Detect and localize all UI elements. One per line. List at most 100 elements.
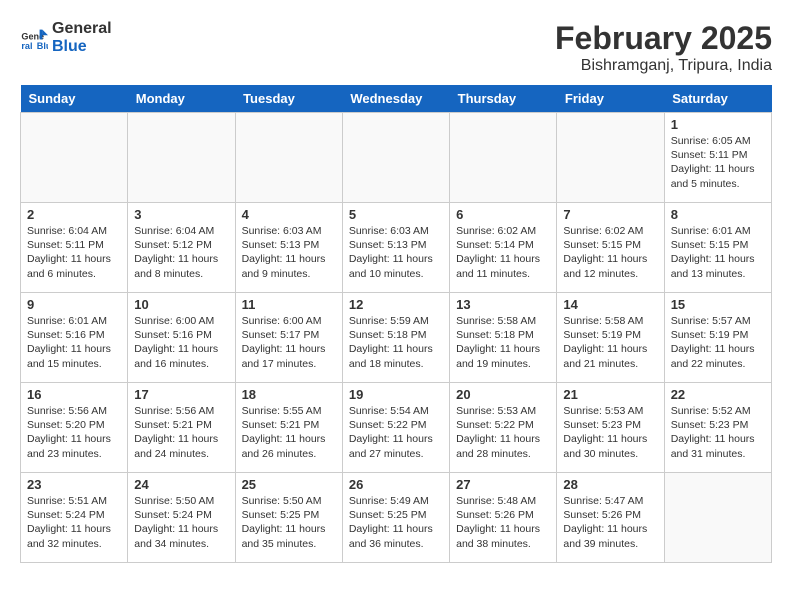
day-info: Sunset: 5:13 PM [242,238,336,252]
svg-text:ral: ral [21,41,32,51]
day-info: Sunrise: 6:02 AM [456,224,550,238]
calendar-cell: 19Sunrise: 5:54 AMSunset: 5:22 PMDayligh… [342,383,449,473]
calendar-cell: 11 Sunrise: 6:00 AMSunset: 5:17 PMDayligh… [235,293,342,383]
day-header-saturday: Saturday [664,85,771,113]
day-info: Sunrise: 5:54 AM [349,404,443,418]
day-info: Daylight: 11 hours and 35 minutes. [242,522,336,550]
day-info: Sunrise: 5:55 AM [242,404,336,418]
calendar-week-2: 2Sunrise: 6:04 AMSunset: 5:11 PMDaylight… [21,203,772,293]
day-number: 4 [242,207,336,222]
day-number: 11 [242,297,336,312]
calendar-cell [21,113,128,203]
day-number: 8 [671,207,765,222]
day-header-sunday: Sunday [21,85,128,113]
day-info: Sunrise: 5:52 AM [671,404,765,418]
calendar-cell: 28Sunrise: 5:47 AMSunset: 5:26 PMDayligh… [557,473,664,563]
calendar-cell: 21Sunrise: 5:53 AMSunset: 5:23 PMDayligh… [557,383,664,473]
calendar-cell: 27Sunrise: 5:48 AMSunset: 5:26 PMDayligh… [450,473,557,563]
day-info: Sunrise: 6:03 AM [242,224,336,238]
day-info: Sunset: 5:18 PM [349,328,443,342]
day-info: Sunset: 5:22 PM [349,418,443,432]
day-info: Sunset: 5:24 PM [134,508,228,522]
day-info: Sunset: 5:16 PM [134,328,228,342]
day-info: Daylight: 11 hours and 10 minutes. [349,252,443,280]
day-number: 20 [456,387,550,402]
day-number: 23 [27,477,121,492]
calendar-cell: 13Sunrise: 5:58 AMSunset: 5:18 PMDayligh… [450,293,557,383]
day-header-thursday: Thursday [450,85,557,113]
day-number: 21 [563,387,657,402]
day-info: Sunset: 5:24 PM [27,508,121,522]
day-info: Sunrise: 5:58 AM [456,314,550,328]
page-header: Gene ral Blue General Blue February 2025… [20,20,772,75]
svg-text:Blue: Blue [37,41,48,51]
day-number: 3 [134,207,228,222]
day-info: Sunrise: 6:02 AM [563,224,657,238]
day-info: Sunset: 5:12 PM [134,238,228,252]
day-info: Sunrise: 5:57 AM [671,314,765,328]
day-info: Daylight: 11 hours and 12 minutes. [563,252,657,280]
day-info: Sunset: 5:20 PM [27,418,121,432]
day-info: Sunset: 5:13 PM [349,238,443,252]
day-info: Sunset: 5:17 PM [242,328,336,342]
day-number: 24 [134,477,228,492]
day-info: Sunset: 5:11 PM [671,148,765,162]
day-info: Sunset: 5:19 PM [563,328,657,342]
day-info: Daylight: 11 hours and 17 minutes. [242,342,336,370]
day-info: Sunrise: 5:51 AM [27,494,121,508]
calendar-cell: 10Sunrise: 6:00 AMSunset: 5:16 PMDayligh… [128,293,235,383]
calendar-cell: 14Sunrise: 5:58 AMSunset: 5:19 PMDayligh… [557,293,664,383]
day-info: Daylight: 11 hours and 28 minutes. [456,432,550,460]
day-info: Sunrise: 6:04 AM [27,224,121,238]
day-number: 6 [456,207,550,222]
day-info: Sunset: 5:14 PM [456,238,550,252]
day-info: Sunrise: 6:05 AM [671,134,765,148]
day-info: Sunset: 5:18 PM [456,328,550,342]
day-info: Sunrise: 5:56 AM [27,404,121,418]
day-info: Sunrise: 5:56 AM [134,404,228,418]
calendar-cell: 26Sunrise: 5:49 AMSunset: 5:25 PMDayligh… [342,473,449,563]
day-info: Daylight: 11 hours and 5 minutes. [671,162,765,190]
logo-icon: Gene ral Blue [20,24,48,52]
day-info: Sunset: 5:25 PM [242,508,336,522]
day-info: Daylight: 11 hours and 31 minutes. [671,432,765,460]
day-info: Sunrise: 6:00 AM [242,314,336,328]
day-number: 27 [456,477,550,492]
calendar-header-row: SundayMondayTuesdayWednesdayThursdayFrid… [21,85,772,113]
day-info: Sunset: 5:15 PM [563,238,657,252]
day-info: Sunset: 5:25 PM [349,508,443,522]
title-area: February 2025 Bishramganj, Tripura, Indi… [555,20,772,75]
calendar-cell: 15Sunrise: 5:57 AMSunset: 5:19 PMDayligh… [664,293,771,383]
day-number: 5 [349,207,443,222]
day-info: Sunset: 5:15 PM [671,238,765,252]
calendar-cell: 2Sunrise: 6:04 AMSunset: 5:11 PMDaylight… [21,203,128,293]
calendar-cell: 5Sunrise: 6:03 AMSunset: 5:13 PMDaylight… [342,203,449,293]
calendar-cell [128,113,235,203]
day-info: Daylight: 11 hours and 36 minutes. [349,522,443,550]
calendar-cell: 4Sunrise: 6:03 AMSunset: 5:13 PMDaylight… [235,203,342,293]
calendar-cell [235,113,342,203]
day-info: Daylight: 11 hours and 18 minutes. [349,342,443,370]
day-number: 7 [563,207,657,222]
calendar-cell: 12Sunrise: 5:59 AMSunset: 5:18 PMDayligh… [342,293,449,383]
logo-line2: Blue [52,38,112,56]
calendar-cell: 9Sunrise: 6:01 AMSunset: 5:16 PMDaylight… [21,293,128,383]
day-info: Sunset: 5:21 PM [242,418,336,432]
day-info: Sunrise: 6:00 AM [134,314,228,328]
day-info: Daylight: 11 hours and 27 minutes. [349,432,443,460]
calendar-week-3: 9Sunrise: 6:01 AMSunset: 5:16 PMDaylight… [21,293,772,383]
day-info: Sunrise: 6:01 AM [671,224,765,238]
day-number: 22 [671,387,765,402]
day-info: Daylight: 11 hours and 6 minutes. [27,252,121,280]
day-info: Sunset: 5:23 PM [563,418,657,432]
day-number: 18 [242,387,336,402]
day-info: Sunset: 5:26 PM [456,508,550,522]
day-info: Sunset: 5:11 PM [27,238,121,252]
day-number: 10 [134,297,228,312]
day-info: Sunset: 5:16 PM [27,328,121,342]
calendar-cell: 16Sunrise: 5:56 AMSunset: 5:20 PMDayligh… [21,383,128,473]
day-number: 17 [134,387,228,402]
calendar-week-1: 1Sunrise: 6:05 AMSunset: 5:11 PMDaylight… [21,113,772,203]
calendar-cell [664,473,771,563]
day-info: Sunset: 5:21 PM [134,418,228,432]
